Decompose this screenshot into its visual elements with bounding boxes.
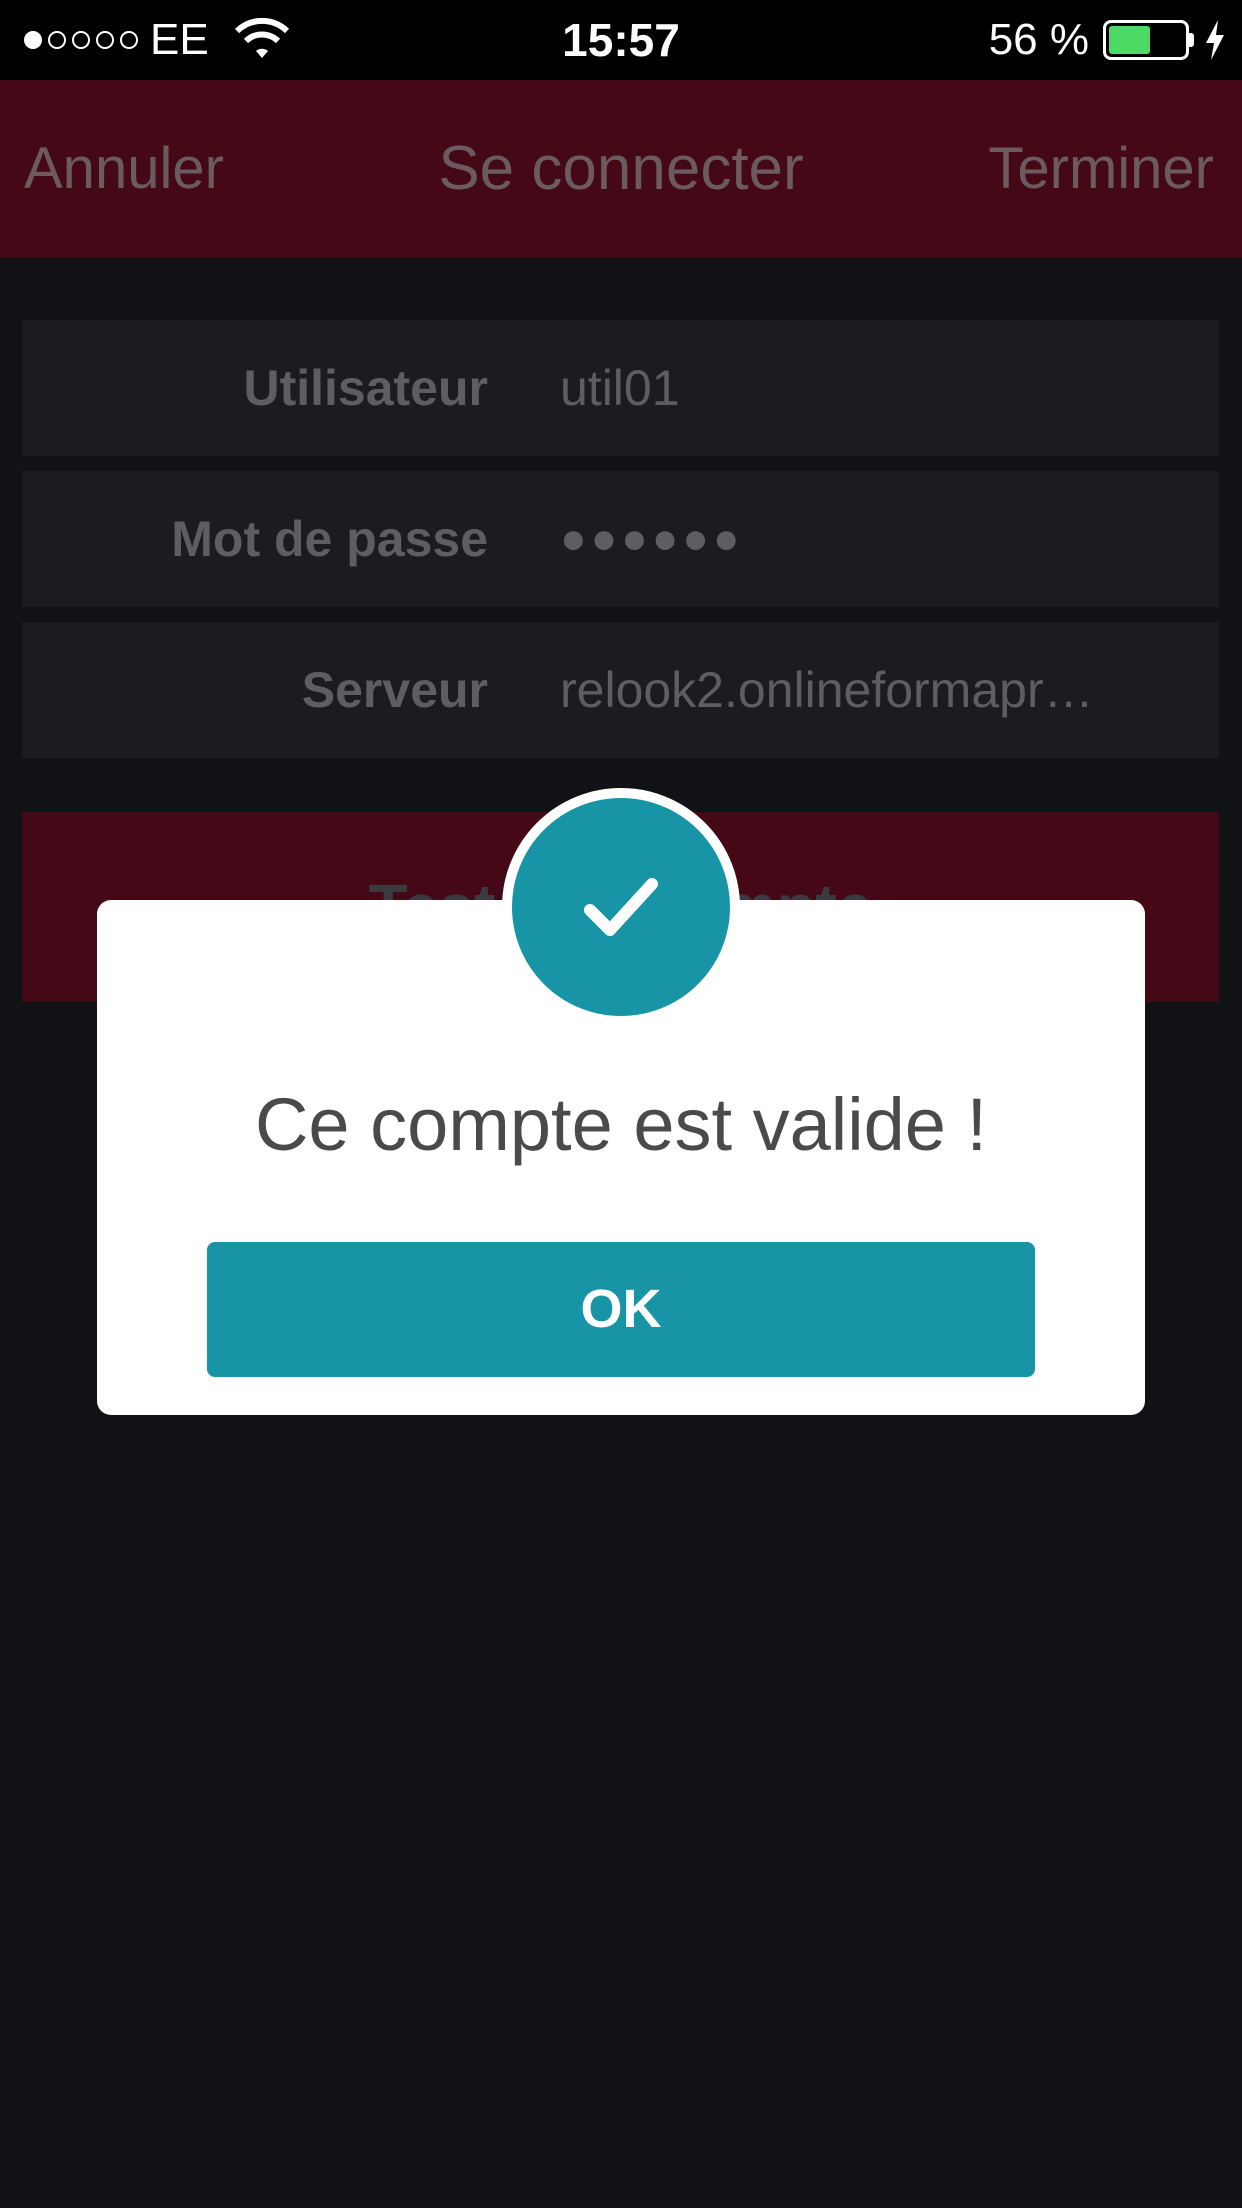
username-field[interactable]: util01 bbox=[560, 356, 1149, 420]
charging-bolt-icon bbox=[1206, 20, 1224, 60]
ok-button[interactable]: OK bbox=[207, 1242, 1035, 1377]
battery-level bbox=[1109, 26, 1151, 54]
username-row[interactable]: Utilisateur util01 bbox=[22, 320, 1219, 456]
battery-icon bbox=[1103, 20, 1189, 60]
server-field[interactable]: relook2.onlineformapr… bbox=[560, 658, 1149, 722]
battery-nub bbox=[1189, 33, 1194, 47]
success-badge bbox=[502, 788, 740, 1026]
username-label: Utilisateur bbox=[243, 360, 488, 416]
password-field[interactable]: ●●●●●● bbox=[560, 507, 1149, 571]
password-row[interactable]: Mot de passe ●●●●●● bbox=[22, 471, 1219, 607]
server-label: Serveur bbox=[301, 662, 488, 718]
status-right: 56 % bbox=[989, 14, 1226, 66]
dialog-message: Ce compte est valide ! bbox=[254, 1083, 988, 1166]
password-label: Mot de passe bbox=[171, 511, 488, 567]
navigation-bar: Annuler Se connecter Terminer bbox=[0, 80, 1242, 258]
status-bar: EE 15:57 56 % bbox=[0, 0, 1242, 80]
server-row[interactable]: Serveur relook2.onlineformapr… bbox=[22, 622, 1219, 758]
checkmark-icon bbox=[584, 878, 658, 936]
battery-percent: 56 % bbox=[988, 15, 1089, 64]
done-button[interactable]: Terminer bbox=[988, 134, 1214, 204]
